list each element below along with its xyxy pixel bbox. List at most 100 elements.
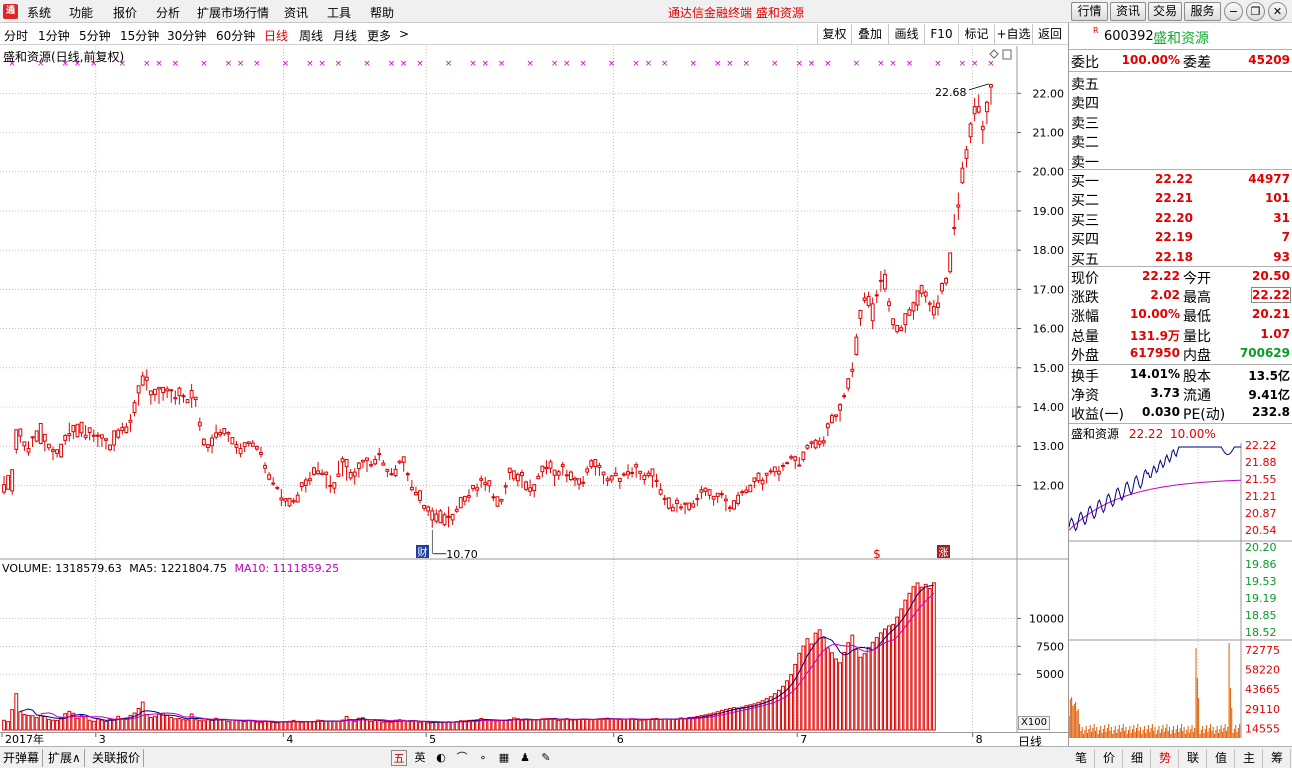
menu-item-tools[interactable]: 工具 [327,4,351,21]
detail-tab-6[interactable]: 主 [1236,749,1263,768]
buy-row[interactable]: 买一 22.22 44977 [1069,170,1292,190]
period-5min[interactable]: 5分钟 [79,27,111,44]
volume-bar-up [573,719,577,731]
menu-item-function[interactable]: 功能 [69,4,93,21]
volume-bar-up [275,722,280,731]
menu-item-help[interactable]: 帮助 [370,4,394,21]
close-icon[interactable]: ✕ [1268,2,1287,21]
menu-item-extended-market[interactable]: 扩展市场行情 [197,4,269,21]
sell-row[interactable]: 卖一 [1069,151,1292,171]
buy-row[interactable]: 买三 22.20 31 [1069,209,1292,229]
punctuation-icon[interactable]: ∘ [475,750,491,766]
news-button[interactable]: 资讯 [1110,2,1146,21]
sell-row[interactable]: 卖五 [1069,73,1292,93]
keyboard-icon[interactable]: ▦ [496,750,512,766]
trade-button[interactable]: 交易 [1148,2,1182,21]
candle-up [185,399,190,404]
sell-row[interactable]: 卖三 [1069,112,1292,132]
period-daily[interactable]: 日线 [264,27,288,44]
market-button[interactable]: 行情 [1071,2,1108,21]
volume-bar-up [670,718,675,731]
candle-up [279,497,284,501]
related-quote-button[interactable]: 关联报价 [89,749,145,767]
candle-up [373,459,378,465]
detail-tab-7[interactable]: 筹 [1264,749,1291,768]
chevron-right-icon[interactable]: > [399,27,409,41]
buy-row[interactable]: 买四 22.19 7 [1069,228,1292,248]
overlay-button[interactable]: 叠加 [851,24,888,44]
add-favorite-button[interactable]: +自选 [994,24,1032,44]
english-icon[interactable]: 英 [412,750,428,766]
volume-bar-up [927,587,932,731]
period-more[interactable]: 更多 [367,27,391,44]
mark-button[interactable]: 标记 [958,24,994,44]
quote-label: 最低 [1183,309,1211,326]
candle-up [189,390,194,399]
sell-row[interactable]: 卖四 [1069,92,1292,112]
candle-up [630,471,635,474]
volume-bar-up [450,721,455,731]
adjust-rights-button[interactable]: 复权 [817,24,851,44]
buy-row[interactable]: 买二 22.21 101 [1069,189,1292,209]
detail-tab-1[interactable]: 价 [1096,749,1123,768]
detail-tab-5[interactable]: 值 [1208,749,1235,768]
candle-up [829,415,834,424]
sell-row[interactable]: 卖二 [1069,131,1292,151]
intraday-chart-svg[interactable]: 22.22 21.88 21.55 21.21 20.87 20.54 20.20 19.86… [1069,423,1292,746]
minimize-icon[interactable]: − [1224,2,1243,21]
buy-row[interactable]: 买五 22.18 93 [1069,248,1292,268]
menu-item-quote[interactable]: 报价 [113,4,137,21]
moon-icon[interactable]: ⌒ [454,750,470,766]
event-marker: × [934,59,942,69]
app-logo-icon[interactable]: 通 [3,4,18,19]
volume-bar-up [434,721,439,731]
restore-icon[interactable]: ❐ [1246,2,1265,21]
period-1min[interactable]: 1分钟 [38,27,70,44]
back-button[interactable]: 返回 [1032,24,1067,44]
volume-bar-up [915,582,920,731]
volume-bar-up [764,698,769,731]
candle-up [931,306,936,316]
period-15min[interactable]: 15分钟 [120,27,159,44]
volume-bar-up [829,652,834,731]
period-monthly[interactable]: 月线 [333,27,357,44]
detail-tab-2[interactable]: 细 [1124,749,1151,768]
volume-tick-label: 5000 [1036,668,1064,681]
event-marker: × [987,59,995,69]
candle-up [936,302,940,308]
detail-tab-0[interactable]: 笔 [1068,749,1095,768]
detail-tab-3[interactable]: 势 [1152,749,1179,768]
halfwidth-icon[interactable]: ◐ [433,750,449,766]
menu-item-system[interactable]: 系统 [27,4,51,21]
buy-volume: 93 [1273,249,1290,264]
volume-bar-up [662,718,667,731]
kline-chart[interactable]: 22.00 21.00 20.00 19.00 18.00 17.00 16.00 15.00… [0,46,1068,746]
candle-up [577,478,581,485]
menu-item-analysis[interactable]: 分析 [156,4,180,21]
intraday-mini-chart[interactable]: 22.22 21.88 21.55 21.21 20.87 20.54 20.20 19.86… [1069,423,1292,746]
wrench-icon[interactable]: ✎ [538,750,554,766]
quote-label: 涨幅 [1071,309,1099,326]
user-icon[interactable]: ♟ [517,750,533,766]
fund-value: 3.73 [1150,386,1180,401]
volume-bar-up [564,718,569,731]
five-stroke-icon[interactable]: 五 [391,750,407,766]
detail-tab-4[interactable]: 联 [1180,749,1207,768]
period-60min[interactable]: 60分钟 [216,27,255,44]
candle-up [356,462,361,470]
danmaku-button[interactable]: 开弹幕 [0,749,44,767]
draw-line-button[interactable]: 画线 [888,24,924,44]
period-timeshare[interactable]: 分时 [4,27,28,44]
volume-bar-up [385,721,390,731]
f10-button[interactable]: F10 [924,24,958,44]
candle-up [393,468,398,477]
volume-bar-up [344,715,349,731]
volume-bar-up [409,721,414,731]
expand-button[interactable]: 扩展∧ [45,749,85,767]
menu-item-news[interactable]: 资讯 [284,4,308,21]
event-marker: × [742,59,750,69]
period-weekly[interactable]: 周线 [299,27,323,44]
quote-value: 617950 [1129,345,1180,360]
service-button[interactable]: 服务 [1184,2,1221,21]
period-30min[interactable]: 30分钟 [167,27,206,44]
